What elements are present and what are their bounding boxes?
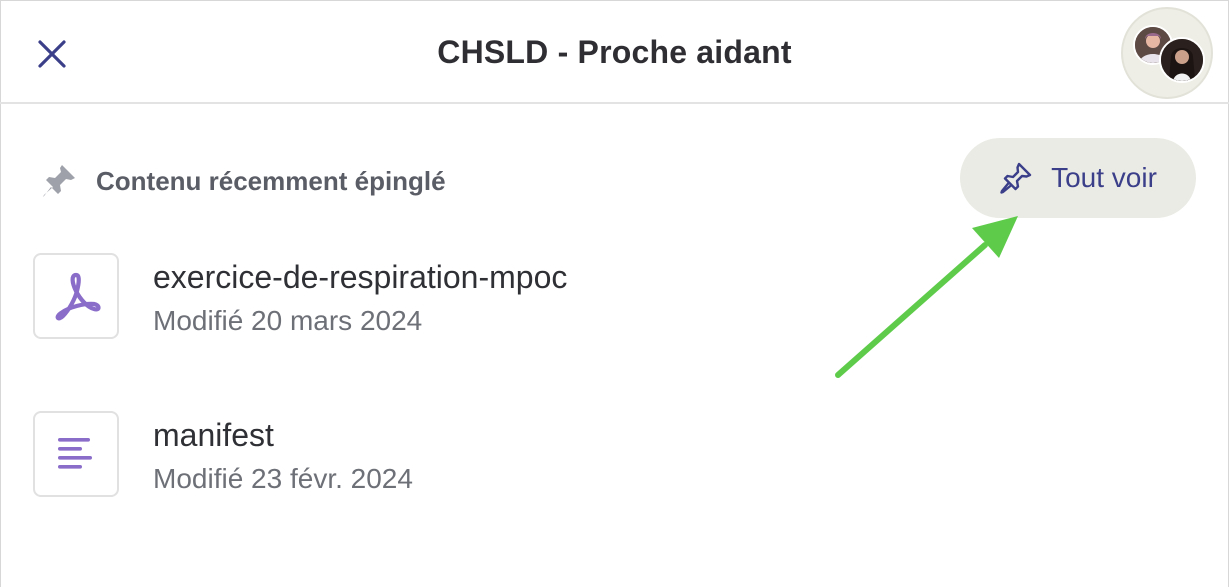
- close-icon: [38, 40, 66, 68]
- file-modified-date: Modifié 23 févr. 2024: [153, 463, 413, 494]
- close-button[interactable]: [28, 30, 76, 78]
- pin-outline-icon: [1000, 162, 1032, 194]
- header-bar: CHSLD - Proche aidant: [0, 0, 1229, 104]
- page-title: CHSLD - Proche aidant: [437, 33, 792, 70]
- section-title: Contenu récemment épinglé: [96, 165, 446, 196]
- file-thumbnail: [33, 411, 119, 497]
- pinned-file-item[interactable]: manifest Modifié 23 févr. 2024: [33, 411, 1183, 501]
- file-name: exercice-de-respiration-mpoc: [153, 259, 568, 295]
- members-avatar-group[interactable]: [1121, 7, 1213, 99]
- pinned-file-item[interactable]: exercice-de-respiration-mpoc Modifié 20 …: [33, 253, 1183, 343]
- file-thumbnail: [33, 253, 119, 339]
- pin-icon: [40, 161, 80, 201]
- pinned-section-header: Contenu récemment épinglé: [40, 158, 446, 204]
- see-all-label: Tout voir: [1051, 162, 1157, 193]
- see-all-button[interactable]: Tout voir: [960, 138, 1196, 218]
- pdf-icon: [55, 272, 101, 321]
- file-modified-date: Modifié 20 mars 2024: [153, 305, 423, 336]
- avatar: [1159, 37, 1205, 83]
- file-name: manifest: [153, 417, 274, 453]
- document-lines-icon: [58, 438, 92, 469]
